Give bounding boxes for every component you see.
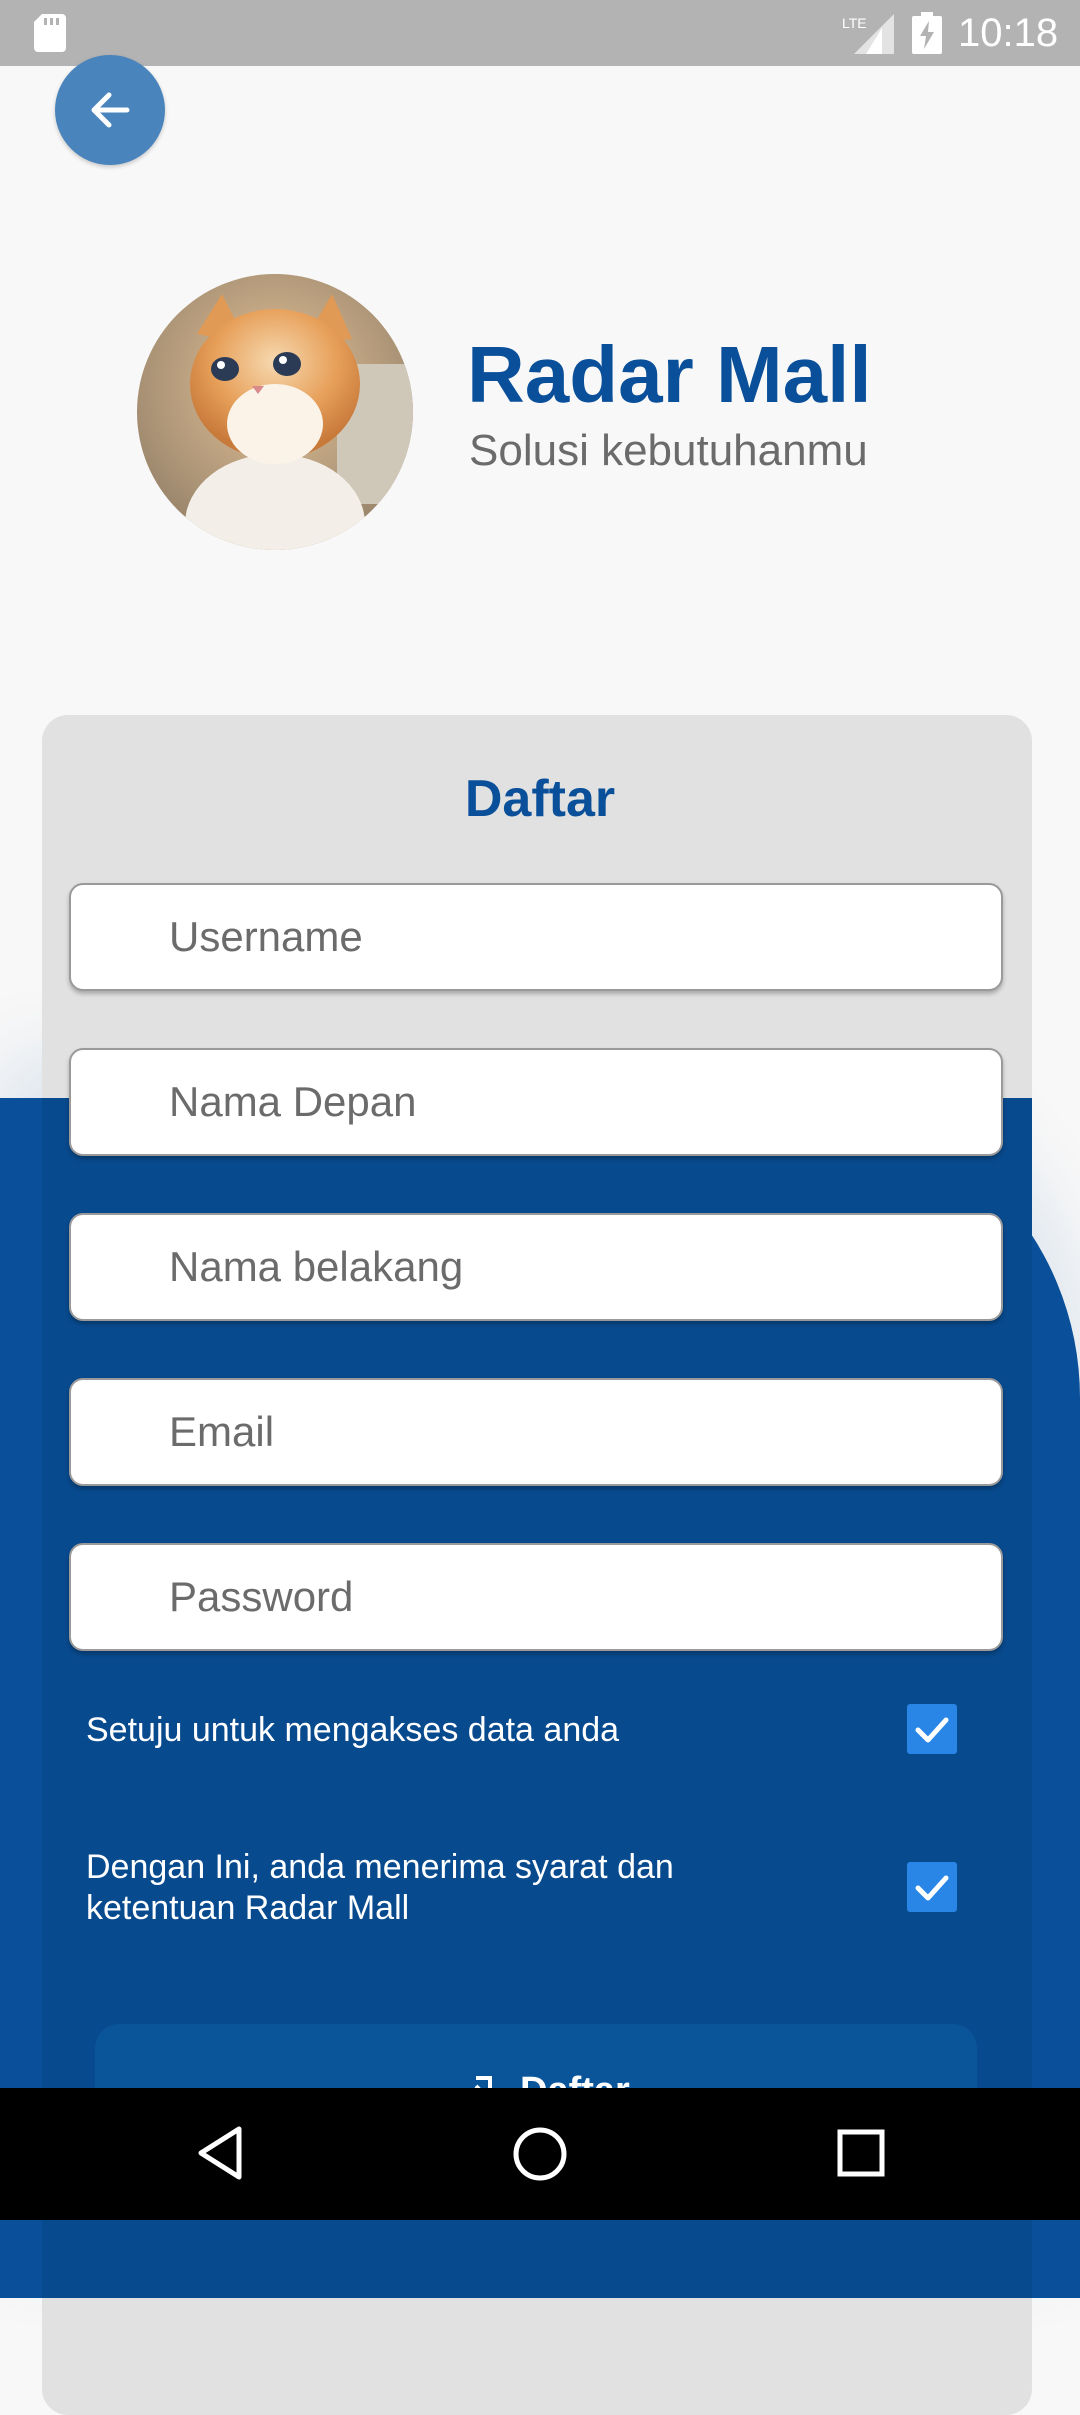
terms-label-line2: ketentuan Radar Mall: [86, 1889, 410, 1927]
lte-signal-icon: LTE: [842, 14, 894, 54]
username-placeholder: Username: [169, 913, 363, 960]
nav-recent-icon[interactable]: [836, 2128, 886, 2178]
battery-charging-icon: [912, 12, 942, 54]
status-bar: LTE 10:18: [0, 0, 1080, 66]
back-button[interactable]: [55, 55, 165, 165]
email-field[interactable]: Email: [69, 1378, 1003, 1486]
clock: 10:18: [958, 11, 1059, 55]
check-icon: [915, 1875, 949, 1901]
last-name-placeholder: Nama belakang: [169, 1243, 464, 1290]
username-field[interactable]: Username: [69, 883, 1003, 991]
nav-back-icon[interactable]: [195, 2125, 245, 2181]
terms-label-line1: Dengan Ini, anda menerima syarat dan: [86, 1848, 674, 1886]
avatar: [137, 274, 413, 550]
password-placeholder: Password: [169, 1573, 354, 1620]
password-field[interactable]: Password: [69, 1543, 1003, 1651]
kitten-photo: [137, 274, 413, 550]
first-name-field[interactable]: Nama Depan: [69, 1048, 1003, 1156]
nav-home-icon[interactable]: [512, 2126, 568, 2182]
first-name-placeholder: Nama Depan: [169, 1078, 417, 1125]
sd-card-icon: [34, 14, 66, 52]
app-title: Radar Mall: [467, 330, 872, 419]
data-access-consent-checkbox[interactable]: [907, 1704, 957, 1754]
data-access-consent-label: Setuju untuk mengakses data anda: [86, 1711, 620, 1749]
email-placeholder: Email: [169, 1408, 275, 1455]
terms-checkbox[interactable]: [907, 1862, 957, 1912]
check-icon: [915, 1717, 949, 1743]
last-name-field[interactable]: Nama belakang: [69, 1213, 1003, 1321]
arrow-left-icon: [91, 92, 130, 128]
lte-label: LTE: [842, 15, 867, 31]
app-subtitle: Solusi kebutuhanmu: [469, 426, 868, 475]
form-title: Daftar: [464, 770, 616, 828]
